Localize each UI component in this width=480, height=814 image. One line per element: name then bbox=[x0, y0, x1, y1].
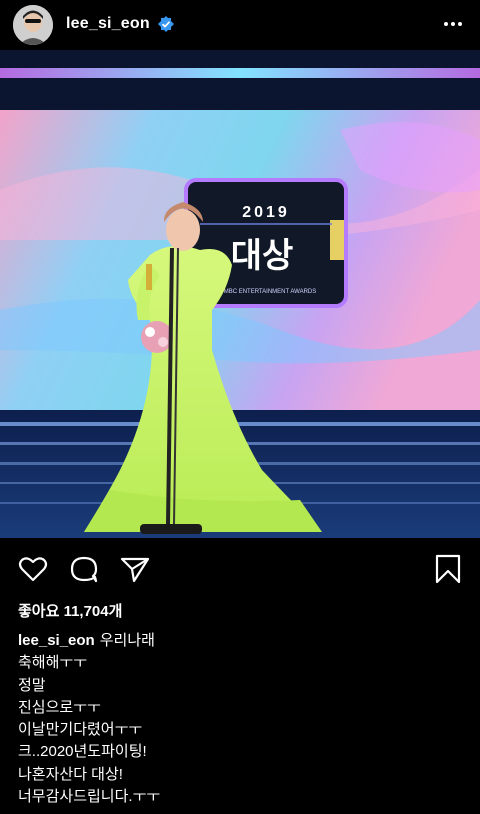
caption-line: 정말 bbox=[18, 676, 46, 694]
verified-badge-icon bbox=[158, 16, 174, 32]
screen-subtitle: MBC ENTERTAINMENT AWARDS bbox=[224, 289, 317, 295]
more-horizontal-icon[interactable] bbox=[440, 14, 466, 34]
comment-icon[interactable] bbox=[68, 553, 100, 585]
heart-icon[interactable] bbox=[17, 553, 49, 585]
post-header: lee_si_eon bbox=[0, 0, 480, 50]
screen-year: 2019 bbox=[242, 204, 290, 221]
caption-first-line: lee_si_eon 우리나래 bbox=[18, 630, 468, 652]
caption-line: 축해해ㅜㅜ bbox=[18, 654, 88, 672]
avatar-photo-icon bbox=[13, 5, 53, 45]
caption-line: 너무감사드립니다.ㅜㅜ bbox=[18, 788, 161, 806]
caption-line: 크..2020년도파이팅! bbox=[18, 743, 147, 761]
caption-line: 이날만기다렸어ㅜㅜ bbox=[18, 721, 143, 739]
avatar[interactable] bbox=[13, 5, 53, 45]
caption-line: 진심으로ㅜㅜ bbox=[18, 698, 101, 716]
caption-line: 나혼자산다 대상! bbox=[18, 765, 123, 783]
caption-text: 우리나래 bbox=[99, 632, 155, 649]
likes-count[interactable]: 좋아요 11,704개 bbox=[18, 600, 122, 621]
header-username[interactable]: lee_si_eon bbox=[66, 15, 150, 33]
caption-username[interactable]: lee_si_eon bbox=[18, 632, 95, 649]
share-icon[interactable] bbox=[119, 553, 151, 585]
action-bar bbox=[0, 538, 480, 600]
post-image[interactable]: 2019 대상 MBC ENTERTAINMENT AWARDS bbox=[0, 50, 480, 538]
caption: lee_si_eon 우리나래 축해해ㅜㅜ 정말 진심으로ㅜㅜ 이날만기다렸어ㅜㅜ… bbox=[18, 630, 468, 808]
bookmark-icon[interactable] bbox=[432, 553, 464, 585]
screen-title: 대상 bbox=[231, 236, 294, 276]
